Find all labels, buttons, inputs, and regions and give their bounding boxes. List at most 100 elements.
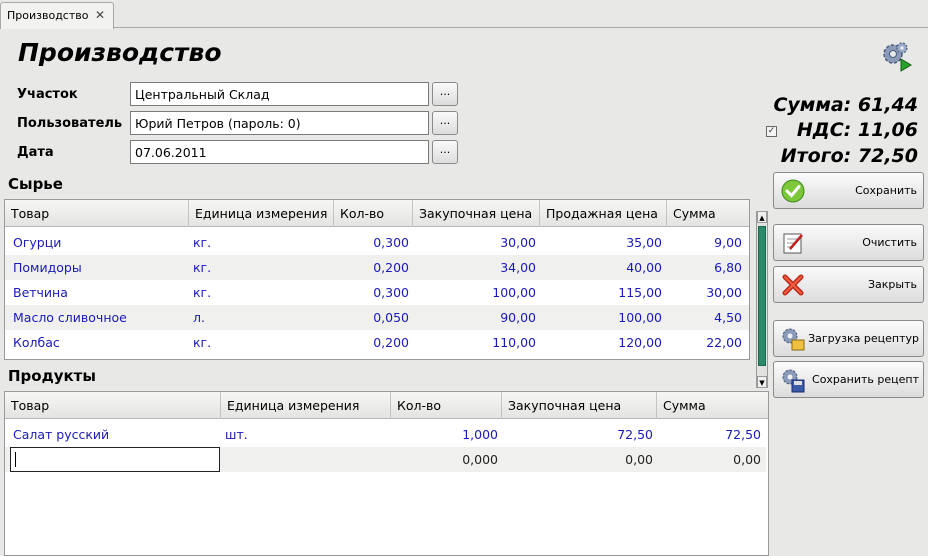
column-header-unit[interactable]: Единица измерения — [221, 392, 391, 419]
cell-product[interactable]: Колбас — [13, 330, 183, 355]
column-header-purchase-price[interactable]: Закупочная цена — [502, 392, 657, 419]
cell-qty[interactable]: 0,200 — [334, 255, 409, 280]
cell-product[interactable]: Масло сливочное — [13, 305, 183, 330]
cell-unit[interactable]: кг. — [193, 230, 323, 255]
sum-total-text: Сумма: 61,44 — [773, 94, 918, 116]
scroll-up-arrow-icon[interactable]: ▲ — [757, 211, 767, 223]
column-header-qty[interactable]: Кол-во — [391, 392, 502, 419]
table-row[interactable]: Салат русский шт. 1,000 72,50 72,50 — [5, 422, 768, 447]
vat-checkbox-icon[interactable]: ✓ — [766, 126, 777, 137]
products-table-header: Товар Единица измерения Кол-во Закупочна… — [5, 392, 768, 419]
products-section-title: Продукты — [8, 367, 96, 385]
new-product-input[interactable] — [10, 447, 220, 472]
clear-button[interactable]: Очистить — [773, 224, 924, 261]
cell-sum[interactable]: 9,00 — [667, 230, 742, 255]
cell-sale-price[interactable]: 100,00 — [540, 305, 662, 330]
column-header-sum[interactable]: Сумма — [667, 200, 749, 227]
column-header-product[interactable]: Товар — [5, 200, 189, 227]
cell-qty[interactable]: 0,050 — [334, 305, 409, 330]
gears-run-icon[interactable] — [880, 40, 914, 74]
cell-sum[interactable]: 6,80 — [667, 255, 742, 280]
cell-unit[interactable]: кг. — [193, 255, 323, 280]
user-field[interactable]: Юрий Петров (пароль: 0) — [130, 111, 429, 135]
table-row[interactable]: Помидоры кг. 0,200 34,00 40,00 6,80 — [5, 255, 749, 280]
cell-unit[interactable]: кг. — [193, 330, 323, 355]
close-button-label: Закрыть — [868, 278, 917, 291]
page-title: Производство — [18, 38, 222, 67]
area-browse-button[interactable]: ... — [432, 82, 458, 106]
cell-sale-price[interactable]: 120,00 — [540, 330, 662, 355]
cell-product[interactable]: Ветчина — [13, 280, 183, 305]
scroll-thumb[interactable] — [758, 226, 766, 366]
cell-sale-price[interactable]: 115,00 — [540, 280, 662, 305]
area-field[interactable]: Центральный Склад — [130, 82, 429, 106]
user-browse-button[interactable]: ... — [432, 111, 458, 135]
close-button[interactable]: Закрыть — [773, 266, 924, 303]
tab-label: Производство — [7, 9, 89, 22]
cell-product[interactable]: Салат русский — [13, 422, 213, 447]
cell-sum[interactable]: 0,00 — [657, 447, 761, 472]
date-field[interactable]: 07.06.2011 — [130, 140, 429, 164]
cell-purchase-price[interactable]: 72,50 — [502, 422, 653, 447]
vat-total-text: НДС: 11,06 — [796, 119, 918, 141]
cell-purchase-price[interactable]: 0,00 — [502, 447, 653, 472]
cell-qty[interactable]: 0,000 — [391, 447, 498, 472]
cell-sale-price[interactable]: 35,00 — [540, 230, 662, 255]
cell-product[interactable]: Помидоры — [13, 255, 183, 280]
cell-unit[interactable]: шт. — [225, 422, 375, 447]
cell-unit[interactable]: кг. — [193, 280, 323, 305]
raw-table-header: Товар Единица измерения Кол-во Закупочна… — [5, 200, 749, 227]
cell-purchase-price[interactable]: 34,00 — [413, 255, 536, 280]
tab-bar: Производство ✕ — [0, 0, 928, 29]
grand-total-text: Итого: 72,50 — [780, 145, 918, 167]
cell-sum[interactable]: 72,50 — [657, 422, 761, 447]
raw-table-scrollbar[interactable]: ▲ ▼ — [756, 211, 768, 388]
column-header-product[interactable]: Товар — [5, 392, 221, 419]
tab-close-icon[interactable]: ✕ — [95, 8, 105, 22]
save-recipe-button[interactable]: Сохранить рецепт — [773, 361, 924, 398]
area-label: Участок — [17, 87, 78, 102]
cell-sum[interactable]: 4,50 — [667, 305, 742, 330]
edit-clear-icon — [783, 233, 803, 254]
scroll-down-arrow-icon[interactable]: ▼ — [757, 376, 767, 388]
cell-purchase-price[interactable]: 110,00 — [413, 330, 536, 355]
cell-qty[interactable]: 0,300 — [334, 280, 409, 305]
checkmark-icon — [781, 179, 805, 203]
table-row[interactable]: 0,000 0,00 0,00 — [5, 447, 766, 472]
table-row[interactable]: Ветчина кг. 0,300 100,00 115,00 30,00 — [5, 280, 749, 305]
column-header-sum[interactable]: Сумма — [657, 392, 768, 419]
cell-unit[interactable] — [225, 447, 375, 472]
load-recipe-button-label: Загрузка рецептур — [808, 332, 919, 345]
tab-production[interactable]: Производство ✕ — [0, 2, 114, 29]
raw-materials-table[interactable]: Товар Единица измерения Кол-во Закупочна… — [4, 199, 750, 360]
cell-qty[interactable]: 0,300 — [334, 230, 409, 255]
gears-load-icon — [782, 328, 805, 351]
cell-purchase-price[interactable]: 30,00 — [413, 230, 536, 255]
table-row[interactable]: Огурци кг. 0,300 30,00 35,00 9,00 — [5, 230, 749, 255]
cell-qty[interactable]: 1,000 — [391, 422, 498, 447]
close-x-icon — [782, 274, 804, 296]
products-table[interactable]: Товар Единица измерения Кол-во Закупочна… — [4, 391, 769, 556]
production-panel: Производство Участок Центральный Склад .… — [0, 28, 928, 556]
column-header-qty[interactable]: Кол-во — [334, 200, 413, 227]
cell-sum[interactable]: 22,00 — [667, 330, 742, 355]
table-row[interactable]: Масло сливочное л. 0,050 90,00 100,00 4,50 — [5, 305, 749, 330]
cell-sale-price[interactable]: 40,00 — [540, 255, 662, 280]
column-header-purchase-price[interactable]: Закупочная цена — [413, 200, 540, 227]
column-header-unit[interactable]: Единица измерения — [189, 200, 334, 227]
cell-sum[interactable]: 30,00 — [667, 280, 742, 305]
cell-purchase-price[interactable]: 90,00 — [413, 305, 536, 330]
date-browse-button[interactable]: ... — [432, 140, 458, 164]
gears-save-icon — [782, 369, 805, 393]
cell-purchase-price[interactable]: 100,00 — [413, 280, 536, 305]
cell-unit[interactable]: л. — [193, 305, 323, 330]
table-row[interactable]: Колбас кг. 0,200 110,00 120,00 22,00 — [5, 330, 749, 355]
text-caret — [15, 452, 16, 467]
cell-qty[interactable]: 0,200 — [334, 330, 409, 355]
save-button[interactable]: Сохранить — [773, 172, 924, 209]
load-recipe-button[interactable]: Загрузка рецептур — [773, 320, 924, 357]
save-button-label: Сохранить — [855, 184, 917, 197]
cell-product[interactable]: Огурци — [13, 230, 183, 255]
date-label: Дата — [17, 145, 54, 160]
column-header-sale-price[interactable]: Продажная цена — [540, 200, 667, 227]
